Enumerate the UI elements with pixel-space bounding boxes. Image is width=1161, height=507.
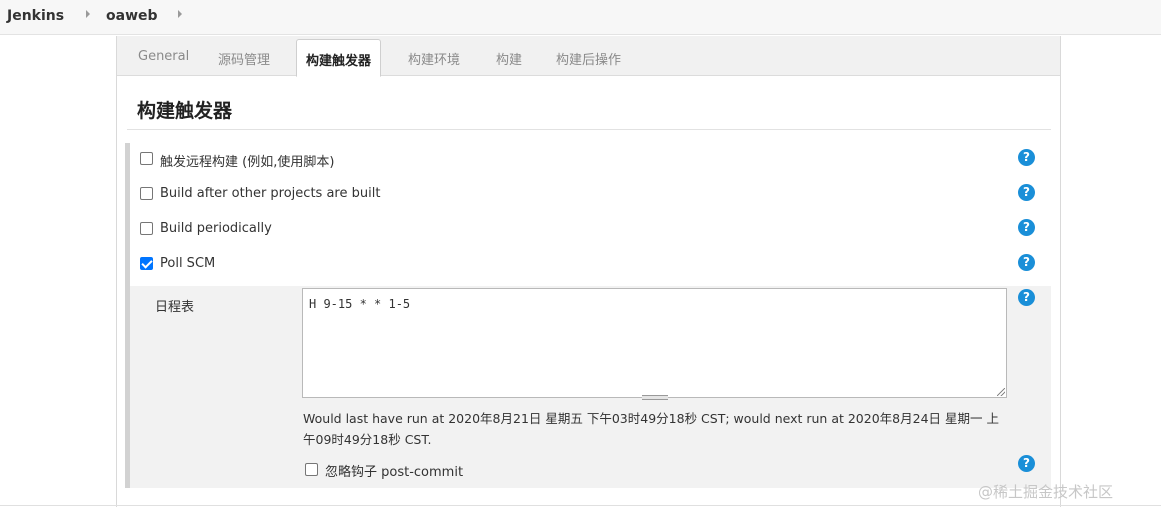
trigger-periodic-label[interactable]: Build periodically (160, 221, 272, 236)
ignore-hook-checkbox[interactable] (305, 463, 318, 476)
trigger-after-other-row: Build after other projects are built ? (130, 178, 1051, 213)
trigger-remote-checkbox[interactable] (140, 152, 153, 165)
trigger-poll-scm-label[interactable]: Poll SCM (160, 256, 215, 271)
trigger-poll-scm-row: Poll SCM ? (130, 248, 1051, 283)
watermark: @稀土掘金技术社区 (978, 483, 1114, 501)
help-icon[interactable]: ? (1018, 184, 1035, 201)
chevron-right-icon[interactable] (86, 10, 90, 18)
tab-source-code[interactable]: 源码管理 (218, 49, 270, 68)
trigger-after-other-checkbox[interactable] (140, 187, 153, 200)
textarea-drag-handle[interactable] (642, 395, 668, 400)
schedule-label: 日程表 (155, 300, 195, 315)
breadcrumb: Jenkins oaweb (0, 0, 1161, 35)
tab-bar: General 源码管理 构建触发器 构建环境 构建 构建后操作 (117, 36, 1060, 77)
bottom-divider (0, 505, 1161, 506)
tab-post-build[interactable]: 构建后操作 (556, 49, 621, 68)
poll-scm-settings: 日程表 H 9-15 * * 1-5 ? Would last have run… (130, 286, 1051, 488)
tab-build-environment[interactable]: 构建环境 (408, 49, 460, 68)
breadcrumb-oaweb[interactable]: oaweb (106, 8, 158, 24)
trigger-periodic-checkbox[interactable] (140, 222, 153, 235)
tab-build[interactable]: 构建 (496, 49, 522, 68)
section-title: 构建触发器 (137, 100, 233, 122)
trigger-remote-row: 触发远程构建 (例如,使用脚本) ? (130, 143, 1051, 178)
schedule-run-info: Would last have run at 2020年8月21日 星期五 下午… (303, 411, 999, 447)
tab-build-triggers[interactable]: 构建触发器 (296, 39, 382, 77)
ignore-hook-row: 忽略钩子 post-commit (305, 458, 605, 480)
trigger-after-other-label[interactable]: Build after other projects are built (160, 186, 380, 201)
section-divider (127, 129, 1051, 130)
help-icon[interactable]: ? (1018, 254, 1035, 271)
resize-grip-icon[interactable] (997, 388, 1005, 396)
trigger-options: 触发远程构建 (例如,使用脚本) ? Build after other pro… (125, 143, 1051, 488)
ignore-hook-label[interactable]: 忽略钩子 post-commit (325, 461, 463, 480)
help-icon[interactable]: ? (1018, 219, 1035, 236)
breadcrumb-jenkins[interactable]: Jenkins (7, 8, 64, 24)
schedule-textarea[interactable]: H 9-15 * * 1-5 (302, 288, 1007, 400)
help-icon[interactable]: ? (1018, 455, 1035, 472)
tab-general[interactable]: General (138, 49, 189, 64)
trigger-periodic-row: Build periodically ? (130, 213, 1051, 248)
trigger-remote-label[interactable]: 触发远程构建 (例如,使用脚本) (160, 151, 334, 170)
schedule-value[interactable]: H 9-15 * * 1-5 (309, 297, 410, 311)
chevron-right-icon[interactable] (178, 10, 182, 18)
help-icon[interactable]: ? (1018, 149, 1035, 166)
config-panel: General 源码管理 构建触发器 构建环境 构建 构建后操作 构建触发器 触… (116, 36, 1061, 507)
help-icon[interactable]: ? (1018, 289, 1035, 306)
trigger-poll-scm-checkbox[interactable] (140, 257, 153, 270)
